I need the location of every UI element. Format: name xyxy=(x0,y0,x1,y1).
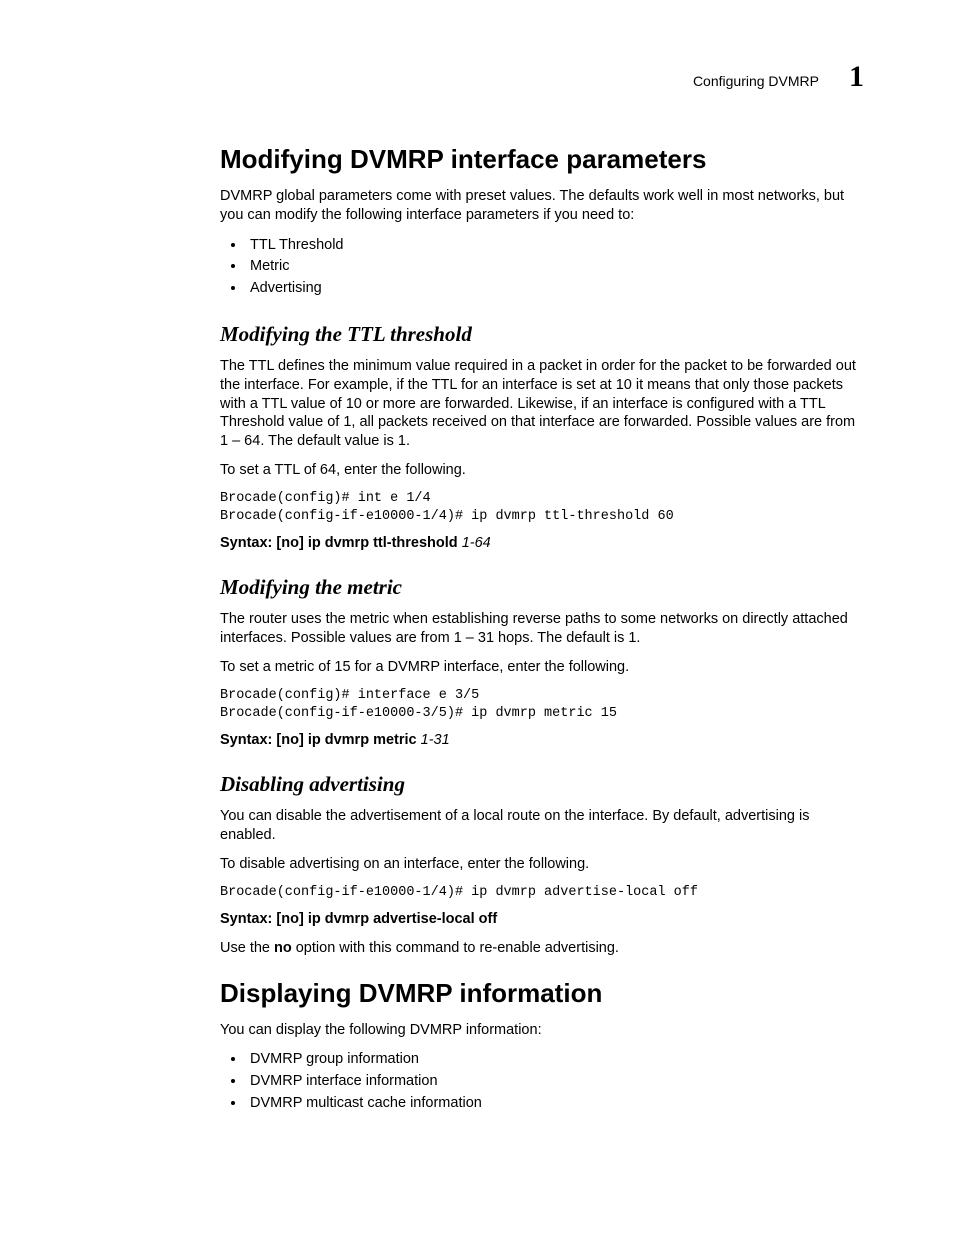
syntax-arg: 1-64 xyxy=(462,535,491,551)
section-heading-modify-params: Modifying DVMRP interface parameters xyxy=(220,144,864,175)
section-heading-display-info: Displaying DVMRP information xyxy=(220,978,864,1009)
list-item: Advertising xyxy=(246,278,864,300)
list-item: Metric xyxy=(246,256,864,278)
list-item: DVMRP group information xyxy=(246,1049,864,1071)
document-page: Configuring DVMRP 1 Modifying DVMRP inte… xyxy=(0,0,954,1207)
syntax-command: [no] ip dvmrp metric xyxy=(272,732,420,748)
syntax-line: Syntax: [no] ip dvmrp advertise-local of… xyxy=(220,910,864,929)
subsection-heading-advertising: Disabling advertising xyxy=(220,772,864,797)
text-fragment: Use the xyxy=(220,940,274,956)
syntax-arg: 1-31 xyxy=(421,732,450,748)
bullet-list: DVMRP group information DVMRP interface … xyxy=(220,1049,864,1114)
cli-block: Brocade(config)# int e 1/4 Brocade(confi… xyxy=(220,490,864,526)
cli-block: Brocade(config-if-e10000-1/4)# ip dvmrp … xyxy=(220,884,864,902)
body-text: To disable advertising on an interface, … xyxy=(220,855,864,874)
list-item: DVMRP interface information xyxy=(246,1071,864,1093)
list-item: TTL Threshold xyxy=(246,235,864,257)
syntax-command: [no] ip dvmrp ttl-threshold xyxy=(272,535,461,551)
body-text: The router uses the metric when establis… xyxy=(220,610,864,648)
body-text: You can display the following DVMRP info… xyxy=(220,1021,864,1040)
body-text: DVMRP global parameters come with preset… xyxy=(220,187,864,225)
cli-block: Brocade(config)# interface e 3/5 Brocade… xyxy=(220,687,864,723)
syntax-label: Syntax: xyxy=(220,732,272,748)
text-bold: no xyxy=(274,940,292,956)
chapter-number: 1 xyxy=(849,60,864,94)
body-text: To set a TTL of 64, enter the following. xyxy=(220,461,864,480)
syntax-label: Syntax: xyxy=(220,911,272,927)
running-header: Configuring DVMRP 1 xyxy=(220,60,864,94)
text-fragment: option with this command to re-enable ad… xyxy=(292,940,619,956)
syntax-label: Syntax: xyxy=(220,535,272,551)
subsection-heading-ttl: Modifying the TTL threshold xyxy=(220,322,864,347)
body-text: To set a metric of 15 for a DVMRP interf… xyxy=(220,658,864,677)
list-item: DVMRP multicast cache information xyxy=(246,1093,864,1115)
body-text: You can disable the advertisement of a l… xyxy=(220,807,864,845)
body-text: Use the no option with this command to r… xyxy=(220,939,864,958)
body-text: The TTL defines the minimum value requir… xyxy=(220,357,864,451)
subsection-heading-metric: Modifying the metric xyxy=(220,575,864,600)
running-title: Configuring DVMRP xyxy=(693,73,819,89)
syntax-line: Syntax: [no] ip dvmrp ttl-threshold 1-64 xyxy=(220,534,864,553)
bullet-list: TTL Threshold Metric Advertising xyxy=(220,235,864,300)
syntax-line: Syntax: [no] ip dvmrp metric 1-31 xyxy=(220,731,864,750)
syntax-command: [no] ip dvmrp advertise-local off xyxy=(272,911,497,927)
